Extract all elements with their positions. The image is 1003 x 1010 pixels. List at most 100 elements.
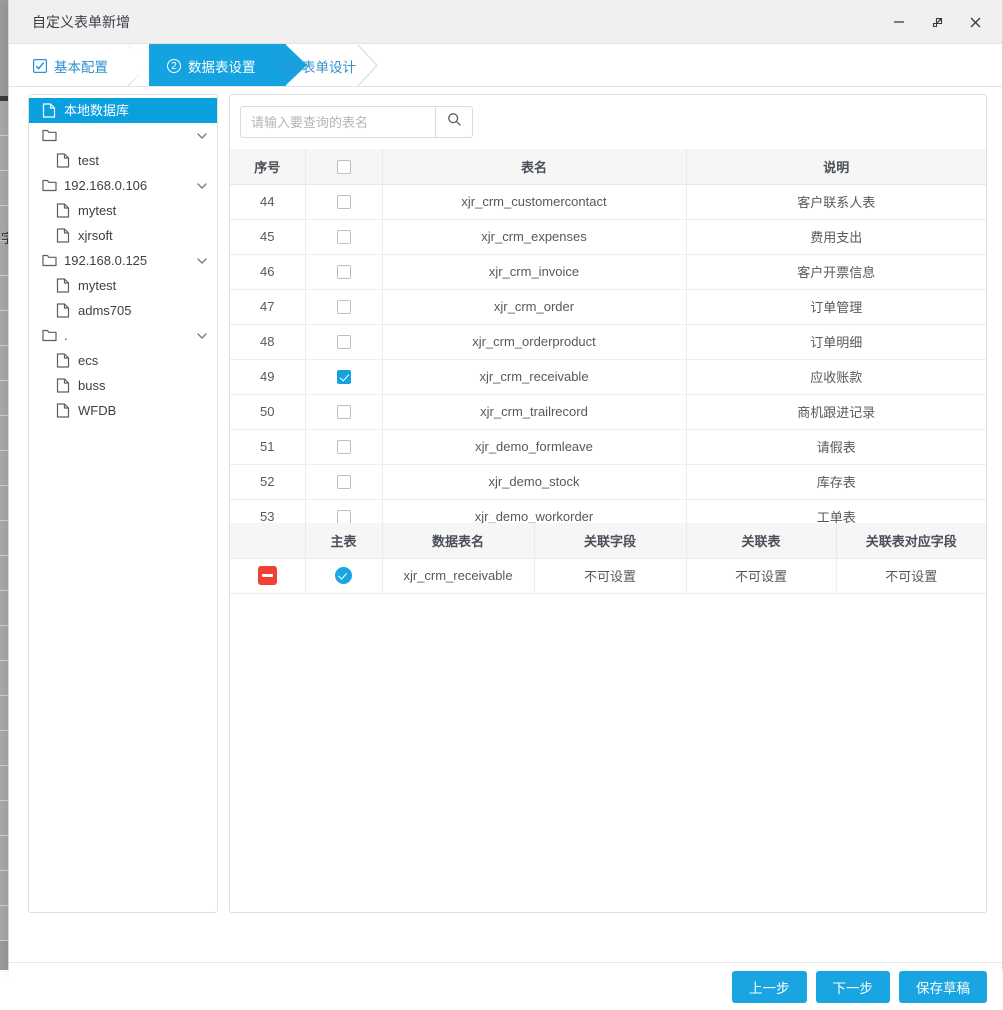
relation-row[interactable]: xjr_crm_receivable 不可设置 不可设置 不可设置 <box>230 558 986 594</box>
row-checkbox[interactable] <box>336 440 351 455</box>
column-header-master-table: 主表 <box>305 523 383 559</box>
row-checkbox[interactable] <box>336 300 351 315</box>
column-header-actions <box>230 523 306 559</box>
table-body: 44 xjr_crm_customercontact 客户联系人表 45 xjr_crm… <box>230 184 986 535</box>
column-header-relation-table: 关联表 <box>686 523 837 559</box>
row-checkbox[interactable] <box>336 475 351 490</box>
dialog-titlebar: 自定义表单新增 <box>9 0 1002 44</box>
table-row[interactable]: 49 xjr_crm_receivable 应收账款 <box>230 359 986 395</box>
tree-item-test[interactable]: test <box>29 148 217 173</box>
checkbox-checked-icon <box>281 58 295 73</box>
search-icon <box>447 112 462 132</box>
chevron-down-icon[interactable] <box>196 323 208 348</box>
save-draft-button[interactable]: 保存草稿 <box>899 971 987 1003</box>
cell-select <box>305 464 383 500</box>
minimize-button[interactable] <box>882 7 916 37</box>
cell-table-name: xjr_crm_customercontact <box>382 184 687 220</box>
cell-seq: 51 <box>230 429 306 465</box>
cell-seq: 46 <box>230 254 306 290</box>
row-checkbox[interactable] <box>336 370 351 385</box>
tree-item-label: mytest <box>78 278 117 293</box>
folder-icon <box>41 178 57 194</box>
tree-item-label: WFDB <box>78 403 117 418</box>
tree-item-label: buss <box>78 378 106 393</box>
table-row[interactable]: 44 xjr_crm_customercontact 客户联系人表 <box>230 184 986 220</box>
chevron-down-icon[interactable] <box>196 173 208 198</box>
table-row[interactable]: 46 xjr_crm_invoice 客户开票信息 <box>230 254 986 290</box>
file-icon <box>55 403 71 419</box>
tree-item-192.168.0.106[interactable]: 192.168.0.106 <box>29 173 217 198</box>
tree-item-mytest[interactable]: mytest <box>29 198 217 223</box>
table-row[interactable]: 50 xjr_crm_trailrecord 商机跟进记录 <box>230 394 986 430</box>
column-header-data-table-name: 数据表名 <box>382 523 535 559</box>
close-button[interactable] <box>958 7 992 37</box>
tree-item-ecs[interactable]: ecs <box>29 348 217 373</box>
folder-icon <box>41 328 57 344</box>
search-input[interactable] <box>240 106 435 138</box>
cell-table-name: xjr_crm_expenses <box>382 219 687 255</box>
cell-relation-table[interactable]: 不可设置 <box>686 558 837 594</box>
checkbox-checked-icon <box>33 58 47 73</box>
cell-description: 订单管理 <box>686 289 986 325</box>
database-tree: 本地数据库 test 192.168.0.106 mytest xjrsoft … <box>29 98 217 423</box>
maximize-button[interactable] <box>920 7 954 37</box>
cell-select <box>305 429 383 465</box>
chevron-down-icon[interactable] <box>196 123 208 148</box>
step-form-design[interactable]: 表单设计 <box>281 44 356 86</box>
table-row[interactable]: 52 xjr_demo_stock 库存表 <box>230 464 986 500</box>
row-checkbox[interactable] <box>336 195 351 210</box>
tree-item-label: 192.168.0.106 <box>64 178 148 193</box>
column-header-seq: 序号 <box>230 149 306 185</box>
step-label: 数据表设置 <box>188 59 256 75</box>
remove-relation-button[interactable] <box>257 566 277 585</box>
select-all-checkbox[interactable] <box>336 160 351 175</box>
relations-body: xjr_crm_receivable 不可设置 不可设置 不可设置 <box>230 558 986 594</box>
tree-item-buss[interactable]: buss <box>29 373 217 398</box>
tree-item-xjrsoft[interactable]: xjrsoft <box>29 223 217 248</box>
row-checkbox[interactable] <box>336 405 351 420</box>
row-checkbox[interactable] <box>336 265 351 280</box>
step-number-badge: 2 <box>167 58 181 73</box>
cell-relation-field[interactable]: 不可设置 <box>534 558 687 594</box>
tree-item-192.168.0.125[interactable]: 192.168.0.125 <box>29 248 217 273</box>
cell-select <box>305 324 383 360</box>
row-checkbox[interactable] <box>336 335 351 350</box>
step-basic-config[interactable]: 基本配置 <box>33 44 108 86</box>
tree-item-adms705[interactable]: adms705 <box>29 298 217 323</box>
available-tables-table: 序号 表名 说明 44 xjr_crm_customercontact 客户联系人表… <box>230 149 986 535</box>
cell-description: 请假表 <box>686 429 986 465</box>
file-icon <box>55 278 71 294</box>
row-checkbox[interactable] <box>336 230 351 245</box>
cell-table-name: xjr_demo_formleave <box>382 429 687 465</box>
tree-item-label: 192.168.0.125 <box>64 253 148 268</box>
tree-item-wfdb[interactable]: WFDB <box>29 398 217 423</box>
table-row[interactable]: 51 xjr_demo_formleave 请假表 <box>230 429 986 465</box>
table-row[interactable]: 48 xjr_crm_orderproduct 订单明细 <box>230 324 986 360</box>
window-controls <box>882 0 992 44</box>
step-datatable-config[interactable]: 2 数据表设置 <box>127 44 306 86</box>
table-row[interactable]: 45 xjr_crm_expenses 费用支出 <box>230 219 986 255</box>
column-header-table-name: 表名 <box>382 149 687 185</box>
cell-seq: 47 <box>230 289 306 325</box>
search-button[interactable] <box>435 106 473 138</box>
table-row[interactable]: 47 xjr_crm_order 订单管理 <box>230 289 986 325</box>
tree-item-label: adms705 <box>78 303 132 318</box>
tree-item--[interactable]: 本地数据库 <box>29 98 217 123</box>
tables-panel: 序号 表名 说明 44 xjr_crm_customercontact客户联系人表… <box>229 94 987 913</box>
master-table-radio[interactable] <box>335 567 352 585</box>
tree-item-mytest[interactable]: mytest <box>29 273 217 298</box>
tree-item-node-1[interactable] <box>29 123 217 148</box>
tree-item-label: . <box>64 328 68 343</box>
table-search-bar <box>240 106 473 138</box>
tree-item-label: 本地数据库 <box>64 103 130 118</box>
cell-table-name: xjr_crm_trailrecord <box>382 394 687 430</box>
next-step-button[interactable]: 下一步 <box>815 971 890 1003</box>
tree-item-.[interactable]: . <box>29 323 217 348</box>
cell-table-name: xjr_crm_invoice <box>382 254 687 290</box>
prev-step-button[interactable]: 上一步 <box>732 971 807 1003</box>
chevron-down-icon[interactable] <box>196 248 208 273</box>
cell-relation-target-field[interactable]: 不可设置 <box>836 558 986 594</box>
cell-description: 商机跟进记录 <box>686 394 986 430</box>
tree-item-label: mytest <box>78 203 117 218</box>
tree-item-label: xjrsoft <box>78 228 113 243</box>
